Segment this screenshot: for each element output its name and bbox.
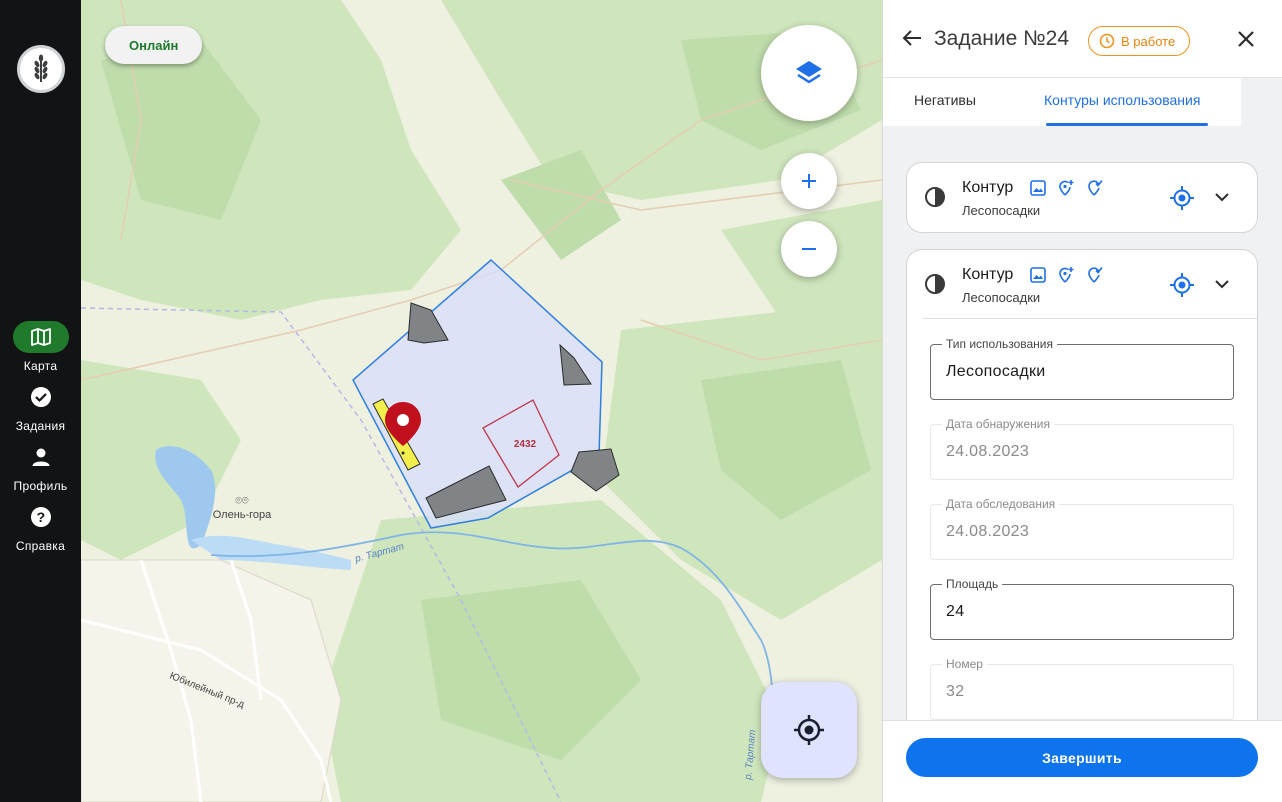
panel-header: Задание №24 В работе: [883, 0, 1282, 78]
add-location-icon[interactable]: [1057, 179, 1075, 197]
tab-negatives[interactable]: Негативы: [914, 92, 976, 108]
card-subtitle: Лесопосадки: [962, 203, 1041, 218]
usage-type-label: Тип использования: [942, 337, 1057, 351]
number-field: Номер 32: [930, 657, 1234, 720]
map-canvas[interactable]: ⌾⌾ Олень-гора р. Тартат р. Тартат Юбилей…: [81, 0, 882, 802]
layers-icon: [796, 61, 822, 84]
card-divider: [923, 318, 1257, 319]
target-icon[interactable]: [1169, 272, 1195, 298]
location-check-icon[interactable]: [1085, 266, 1103, 284]
map-icon: [12, 321, 69, 353]
detection-date-field: Дата обнаружения 24.08.2023: [930, 417, 1234, 480]
tab-bar: Негативы Контуры использования: [883, 78, 1241, 126]
card-title: Контур: [962, 266, 1014, 283]
contrast-icon: [925, 274, 945, 294]
map-view[interactable]: ⌾⌾ Олень-гора р. Тартат р. Тартат Юбилей…: [81, 0, 882, 802]
nav-item-map[interactable]: Карта: [0, 321, 81, 373]
nav-label-map: Карта: [23, 359, 58, 373]
number-value: 32: [946, 683, 965, 700]
survey-date-label: Дата обследования: [942, 497, 1060, 511]
area-label: Площадь: [942, 577, 1003, 591]
tab-underline: [1046, 123, 1208, 126]
chevron-down-icon[interactable]: [1213, 275, 1231, 293]
place-label: Олень-гора: [213, 509, 272, 521]
contrast-icon: [925, 187, 945, 207]
number-label: Номер: [942, 657, 987, 671]
app-logo: [17, 45, 65, 93]
svg-text:?: ?: [36, 509, 45, 525]
parcel-label: 2432: [514, 439, 537, 450]
wheat-icon: [34, 54, 48, 82]
tab-usage-contours[interactable]: Контуры использования: [1044, 92, 1200, 108]
usage-type-value: Лесопосадки: [946, 363, 1046, 380]
usage-type-field[interactable]: Тип использования Лесопосадки: [930, 337, 1234, 400]
crosshair-icon: [794, 715, 824, 745]
area-value: 24: [946, 603, 965, 620]
contour-card[interactable]: Контур Лесопосадки: [906, 162, 1258, 233]
nav-label-tasks: Задания: [15, 419, 66, 433]
zoom-out-button[interactable]: [781, 221, 837, 277]
close-icon[interactable]: [1235, 28, 1257, 50]
image-icon[interactable]: [1029, 179, 1047, 197]
survey-date-field: Дата обследования 24.08.2023: [930, 497, 1234, 560]
task-panel: Задание №24 В работе Негативы Контуры ис…: [882, 0, 1282, 802]
locate-me-button[interactable]: [761, 682, 857, 778]
finish-button[interactable]: Завершить: [906, 738, 1258, 777]
person-icon: [13, 441, 69, 473]
area-field[interactable]: Площадь 24: [930, 577, 1234, 640]
nav-item-help[interactable]: ? Справка: [0, 501, 81, 553]
location-check-icon[interactable]: [1085, 179, 1103, 197]
plus-icon: [802, 174, 816, 188]
layers-button[interactable]: [761, 25, 857, 121]
panel-footer: Завершить: [883, 720, 1282, 802]
zoom-in-button[interactable]: [781, 153, 837, 209]
online-status-chip[interactable]: Онлайн: [105, 26, 203, 64]
detection-date-value: 24.08.2023: [946, 443, 1030, 460]
back-arrow-icon[interactable]: [901, 27, 923, 49]
help-icon: ?: [13, 501, 69, 533]
page-title: Задание №24: [934, 27, 1070, 50]
binoculars-icon: ⌾⌾: [235, 495, 249, 507]
status-label: В работе: [1121, 33, 1176, 49]
nav-item-tasks[interactable]: Задания: [0, 381, 81, 433]
add-location-icon[interactable]: [1057, 266, 1075, 284]
chevron-down-icon[interactable]: [1213, 188, 1231, 206]
image-icon[interactable]: [1029, 266, 1047, 284]
minus-icon: [802, 248, 816, 250]
survey-date-value: 24.08.2023: [946, 523, 1030, 540]
card-subtitle: Лесопосадки: [962, 290, 1041, 305]
nav-rail: Карта Задания Профиль ? Справка: [0, 0, 81, 802]
nav-label-profile: Профиль: [13, 479, 68, 493]
nav-item-profile[interactable]: Профиль: [0, 441, 81, 493]
contour-card-expanded[interactable]: Контур Лесопосадки Тип использования Лес…: [906, 249, 1258, 749]
detection-date-label: Дата обнаружения: [942, 417, 1054, 431]
status-badge: В работе: [1088, 26, 1191, 56]
target-icon[interactable]: [1169, 185, 1195, 211]
nav-label-help: Справка: [15, 539, 66, 553]
check-circle-icon: [13, 381, 69, 413]
clock-icon: [1099, 33, 1115, 49]
card-title: Контур: [962, 179, 1014, 196]
